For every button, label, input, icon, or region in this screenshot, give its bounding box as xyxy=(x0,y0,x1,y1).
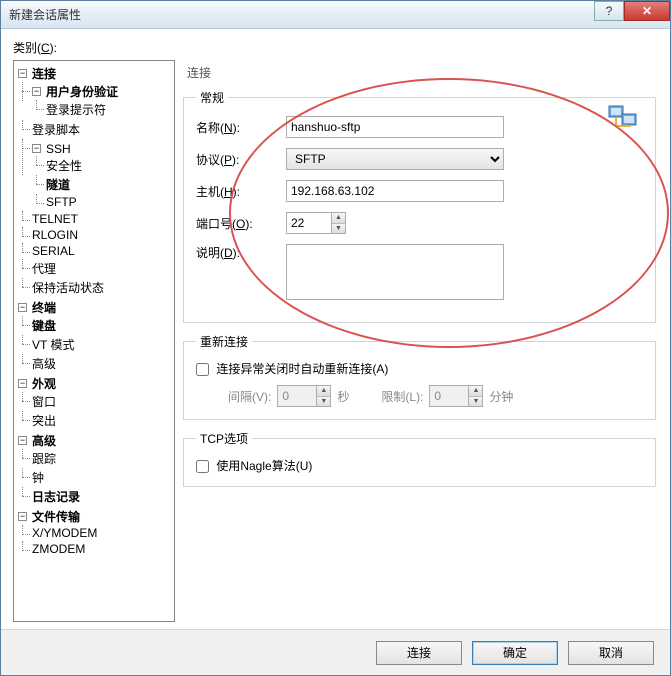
chevron-down-icon: ▼ xyxy=(469,397,482,407)
tree-item-security[interactable]: 安全性 xyxy=(46,157,82,174)
collapse-icon[interactable]: − xyxy=(18,379,27,388)
categories-label: 类别(C): xyxy=(13,39,658,56)
tree-item-window[interactable]: 窗口 xyxy=(32,393,56,410)
dialog-window: 新建会话属性 ? ✕ 类别(C): − 连接 xyxy=(0,0,671,676)
port-input[interactable] xyxy=(287,213,331,233)
tree-item-clock[interactable]: 钟 xyxy=(32,469,44,486)
chevron-up-icon: ▲ xyxy=(317,386,330,397)
limit-label: 限制(L): xyxy=(381,388,423,405)
protocol-label: 协议(P): xyxy=(196,151,286,168)
chevron-up-icon: ▲ xyxy=(469,386,482,397)
button-bar: 连接 确定 取消 xyxy=(1,629,670,675)
tree-item-userauth[interactable]: − 用户身份验证 xyxy=(32,83,118,100)
collapse-icon[interactable]: − xyxy=(32,144,41,153)
interval-stepper: ▲▼ xyxy=(277,385,331,407)
tree-item-loginscript[interactable]: 登录脚本 xyxy=(32,121,80,138)
tree-item-logging[interactable]: 日志记录 xyxy=(32,488,80,505)
tree-item-ssh[interactable]: − SSH xyxy=(32,142,71,156)
tree-item-proxy[interactable]: 代理 xyxy=(32,260,56,277)
tree-item-filetransfer[interactable]: − 文件传输 xyxy=(18,508,80,525)
minutes-label: 分钟 xyxy=(489,388,513,405)
reconnect-checkbox-label[interactable]: 连接异常关闭时自动重新连接(A) xyxy=(196,362,388,376)
general-group: 常规 名称(N): 协议(P): SFTP 主机(H): xyxy=(183,89,656,323)
name-input[interactable] xyxy=(286,116,504,138)
tree-item-sftp[interactable]: SFTP xyxy=(46,195,77,209)
tree-item-loginprompt[interactable]: 登录提示符 xyxy=(46,101,106,118)
desc-textarea[interactable] xyxy=(286,244,504,300)
window-title: 新建会话属性 xyxy=(9,6,81,23)
port-label: 端口号(O): xyxy=(196,215,286,232)
connect-button[interactable]: 连接 xyxy=(376,641,462,665)
tree-item-zmodem[interactable]: ZMODEM xyxy=(32,542,85,556)
limit-stepper: ▲▼ xyxy=(429,385,483,407)
tree-item-telnet[interactable]: TELNET xyxy=(32,212,78,226)
nagle-checkbox[interactable] xyxy=(196,460,209,473)
tree-item-xymodem[interactable]: X/YMODEM xyxy=(32,526,97,540)
tree-item-advanced2[interactable]: − 高级 xyxy=(18,432,56,449)
tree-item-rlogin[interactable]: RLOGIN xyxy=(32,228,78,242)
tree-item-highlight[interactable]: 突出 xyxy=(32,412,56,429)
chevron-down-icon: ▼ xyxy=(317,397,330,407)
collapse-icon[interactable]: − xyxy=(32,87,41,96)
close-icon[interactable]: ✕ xyxy=(624,1,670,21)
titlebar: 新建会话属性 ? ✕ xyxy=(1,1,670,29)
tree-item-appearance[interactable]: − 外观 xyxy=(18,375,56,392)
name-label: 名称(N): xyxy=(196,119,286,136)
nagle-checkbox-label[interactable]: 使用Nagle算法(U) xyxy=(196,459,312,473)
collapse-icon[interactable]: − xyxy=(18,436,27,445)
cancel-button[interactable]: 取消 xyxy=(568,641,654,665)
collapse-icon[interactable]: − xyxy=(18,69,27,78)
tree-item-tunnel[interactable]: 隧道 xyxy=(46,176,70,193)
chevron-up-icon[interactable]: ▲ xyxy=(332,213,345,224)
reconnect-group: 重新连接 连接异常关闭时自动重新连接(A) 间隔(V): ▲▼ 秒 限制(L xyxy=(183,333,656,420)
desc-label: 说明(D): xyxy=(196,244,286,261)
content-header: 连接 xyxy=(181,60,658,85)
tree-item-keyboard[interactable]: 键盘 xyxy=(32,317,56,334)
ok-button[interactable]: 确定 xyxy=(472,641,558,665)
protocol-select[interactable]: SFTP xyxy=(286,148,504,170)
category-tree[interactable]: − 连接 − 用户身份验证 登录提示符 xyxy=(13,60,175,622)
seconds-label: 秒 xyxy=(337,388,349,405)
general-legend: 常规 xyxy=(196,89,228,106)
tree-item-serial[interactable]: SERIAL xyxy=(32,244,75,258)
help-icon[interactable]: ? xyxy=(594,1,624,21)
tcp-group: TCP选项 使用Nagle算法(U) xyxy=(183,430,656,487)
tree-item-connection[interactable]: − 连接 xyxy=(18,65,56,82)
tree-item-terminal[interactable]: − 终端 xyxy=(18,299,56,316)
chevron-down-icon[interactable]: ▼ xyxy=(332,224,345,234)
host-input[interactable] xyxy=(286,180,504,202)
limit-input xyxy=(430,386,468,406)
tree-item-advanced[interactable]: 高级 xyxy=(32,355,56,372)
collapse-icon[interactable]: − xyxy=(18,303,27,312)
tcp-legend: TCP选项 xyxy=(196,430,252,447)
reconnect-legend: 重新连接 xyxy=(196,333,252,350)
interval-label: 间隔(V): xyxy=(228,388,271,405)
port-stepper[interactable]: ▲▼ xyxy=(286,212,346,234)
host-label: 主机(H): xyxy=(196,183,286,200)
tree-item-trace[interactable]: 跟踪 xyxy=(32,450,56,467)
content-pane: 连接 常规 名称(N): 协议(P): xyxy=(181,60,658,622)
tree-item-vtmode[interactable]: VT 模式 xyxy=(32,336,74,353)
interval-input xyxy=(278,386,316,406)
tree-item-keepalive[interactable]: 保持活动状态 xyxy=(32,279,104,296)
reconnect-checkbox[interactable] xyxy=(196,363,209,376)
collapse-icon[interactable]: − xyxy=(18,512,27,521)
connection-icon xyxy=(608,104,640,132)
